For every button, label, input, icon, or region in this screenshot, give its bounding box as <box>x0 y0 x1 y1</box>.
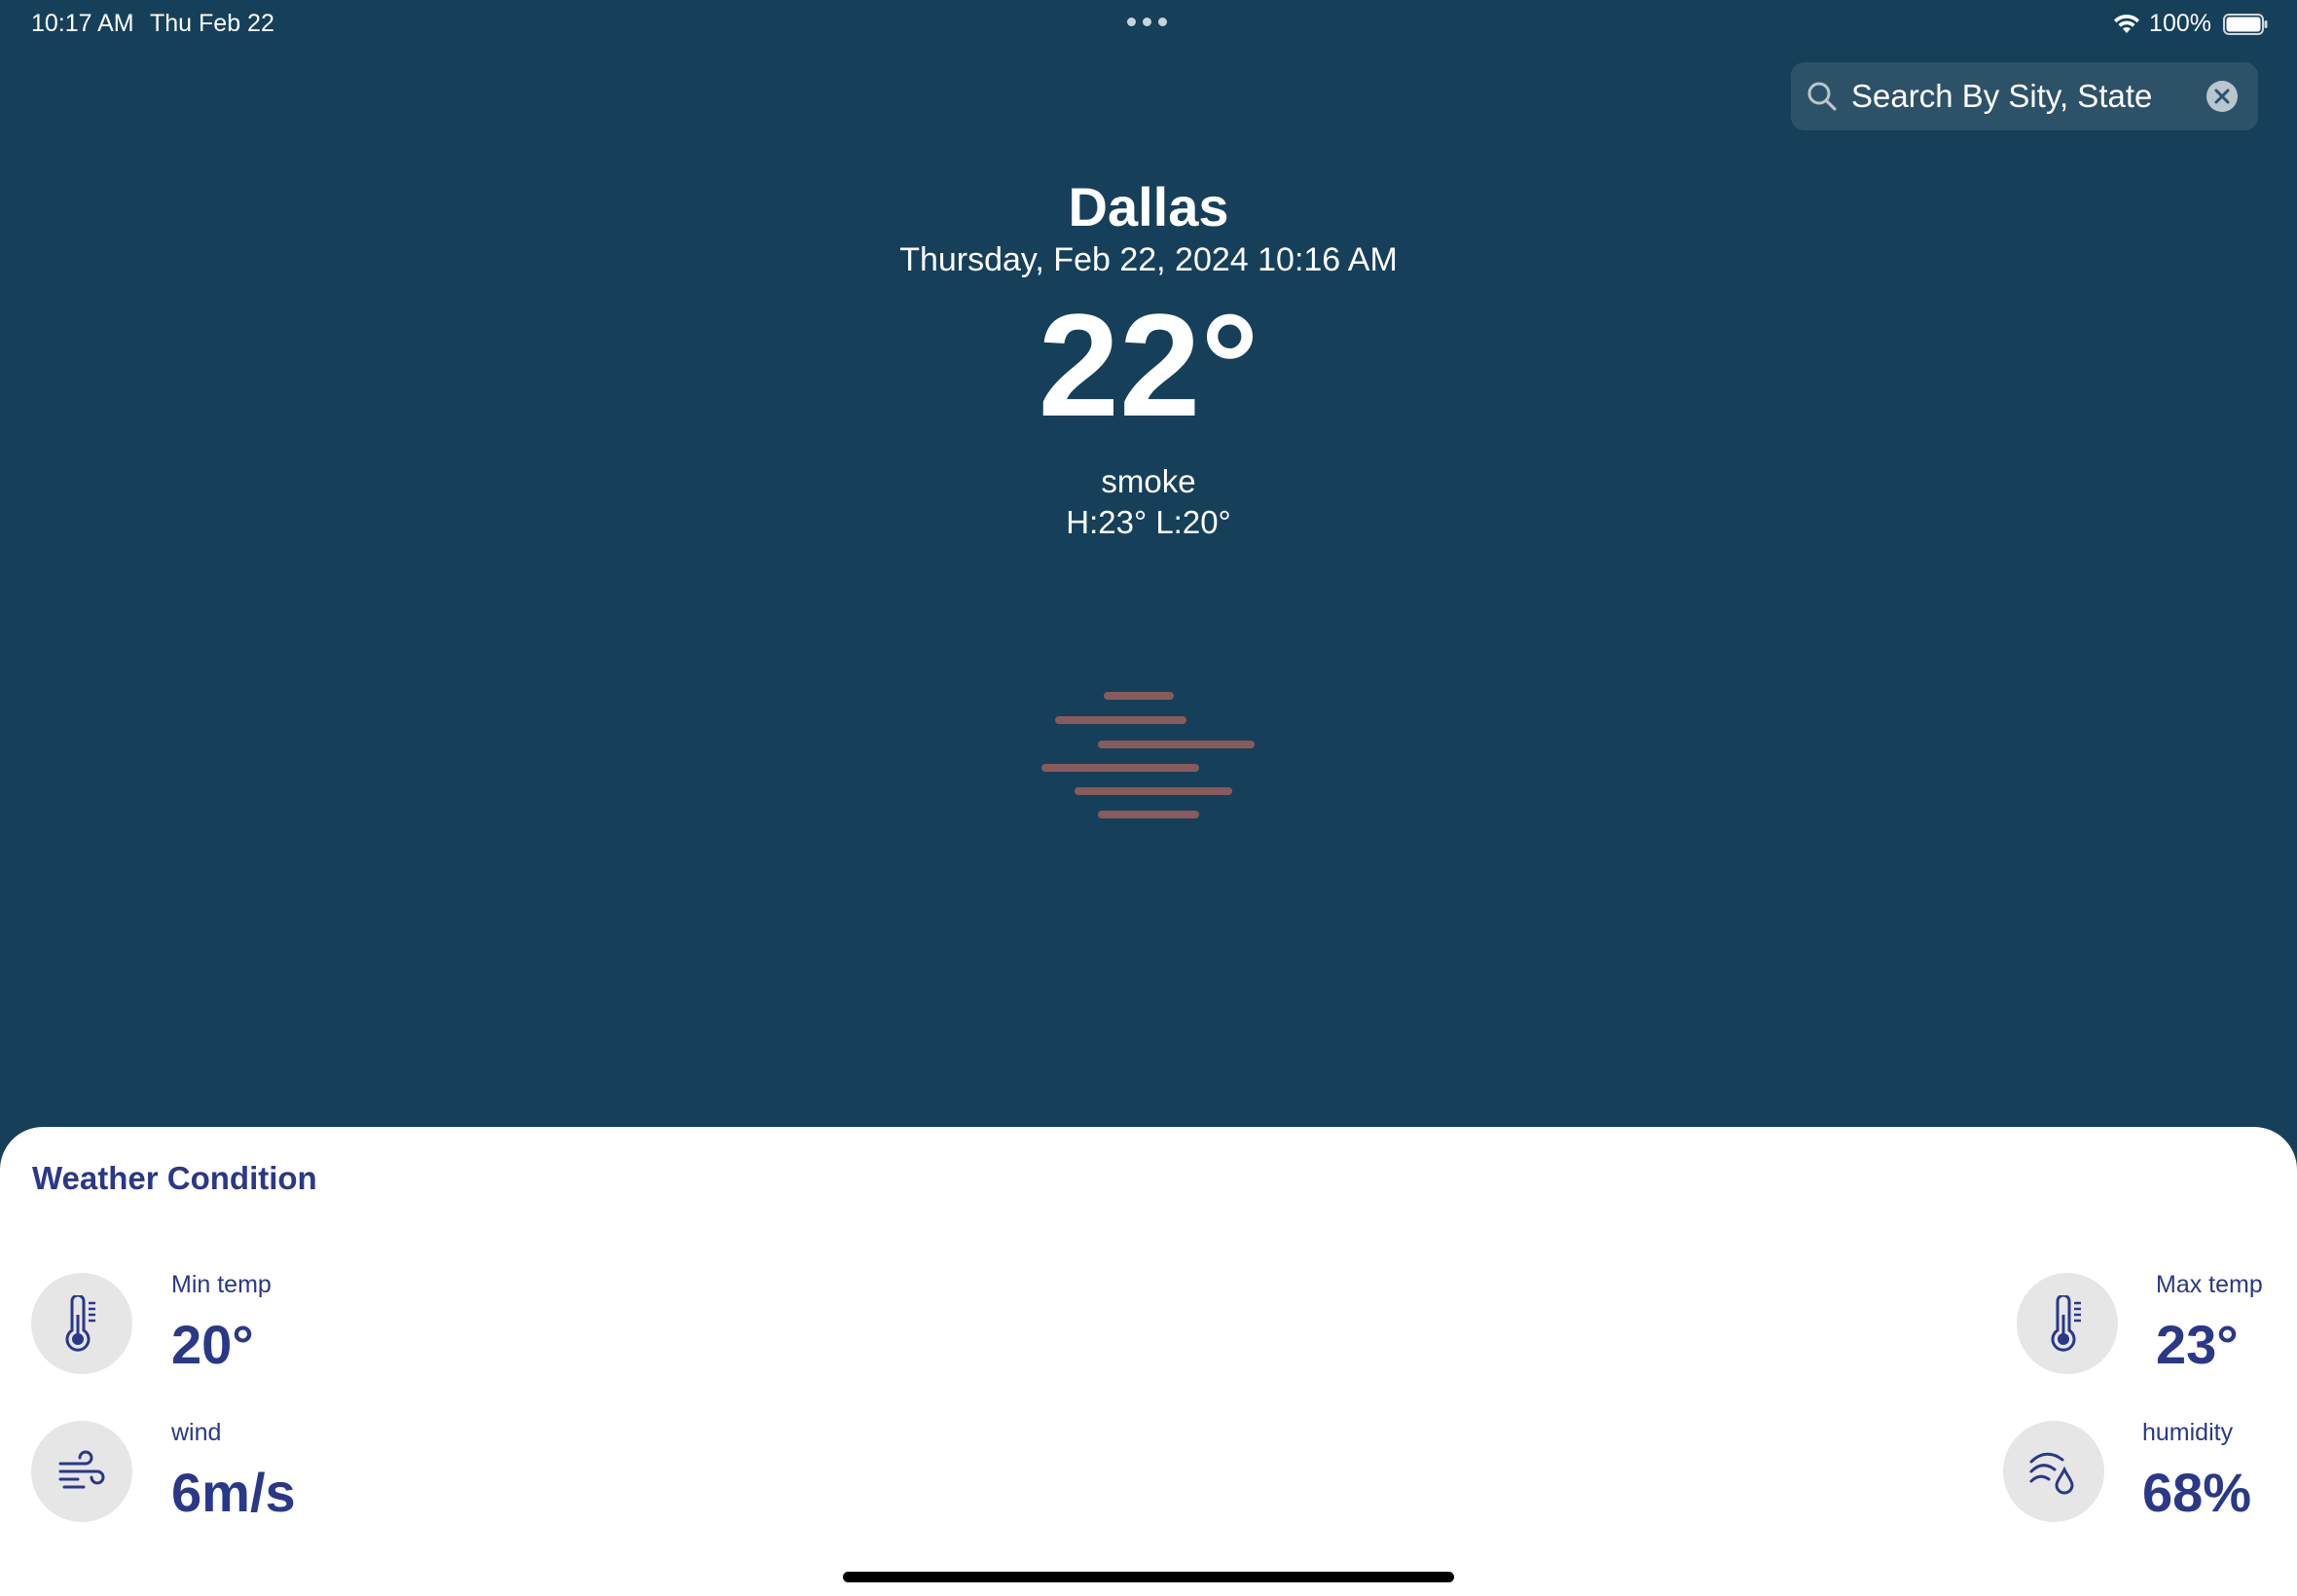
weather-condition-card <box>0 1127 2297 1596</box>
search-input[interactable] <box>1849 77 2206 116</box>
min-temp-value: 20° <box>171 1314 254 1375</box>
status-bar: 10:17 AM Thu Feb 22 100% <box>0 0 2297 47</box>
humidity-value: 68% <box>2142 1462 2252 1523</box>
battery-icon <box>2223 13 2268 35</box>
weather-condition: smoke <box>1101 463 1196 499</box>
current-temperature: 22° <box>1038 283 1259 447</box>
search-icon <box>1807 82 1837 111</box>
humidity-label: humidity <box>2142 1419 2234 1446</box>
status-date: Thu Feb 22 <box>150 10 274 37</box>
home-indicator[interactable] <box>843 1572 1454 1582</box>
multitasking-dots-icon[interactable] <box>1127 18 1167 26</box>
max-temp-icon-container <box>2017 1273 2118 1374</box>
min-temp-label: Min temp <box>171 1271 272 1298</box>
wind-value: 6m/s <box>171 1462 296 1523</box>
humidity-icon <box>2029 1452 2074 1495</box>
max-temp-label: Max temp <box>2156 1271 2263 1298</box>
search-bar[interactable] <box>1791 62 2258 130</box>
thermometer-icon <box>2051 1295 2081 1352</box>
max-temp-value: 23° <box>2156 1314 2239 1375</box>
clear-search-icon[interactable] <box>2206 80 2239 113</box>
city-name: Dallas <box>1068 176 1229 237</box>
wind-icon-container <box>31 1421 132 1522</box>
card-title: Weather Condition <box>32 1160 317 1196</box>
humidity-icon-container <box>2003 1421 2104 1522</box>
current-datetime: Thursday, Feb 22, 2024 10:16 AM <box>899 241 1398 278</box>
high-low-temperature: H:23° L:20° <box>1066 504 1231 540</box>
wind-label: wind <box>171 1419 222 1446</box>
wifi-icon <box>2114 14 2140 33</box>
status-indicators: 100% <box>2112 10 2268 38</box>
thermometer-icon <box>65 1295 95 1352</box>
battery-percentage: 100% <box>2149 10 2211 37</box>
status-time: 10:17 AM <box>31 10 134 37</box>
min-temp-icon-container <box>31 1273 132 1374</box>
smoke-icon <box>1041 692 1255 818</box>
wind-icon <box>58 1450 105 1489</box>
